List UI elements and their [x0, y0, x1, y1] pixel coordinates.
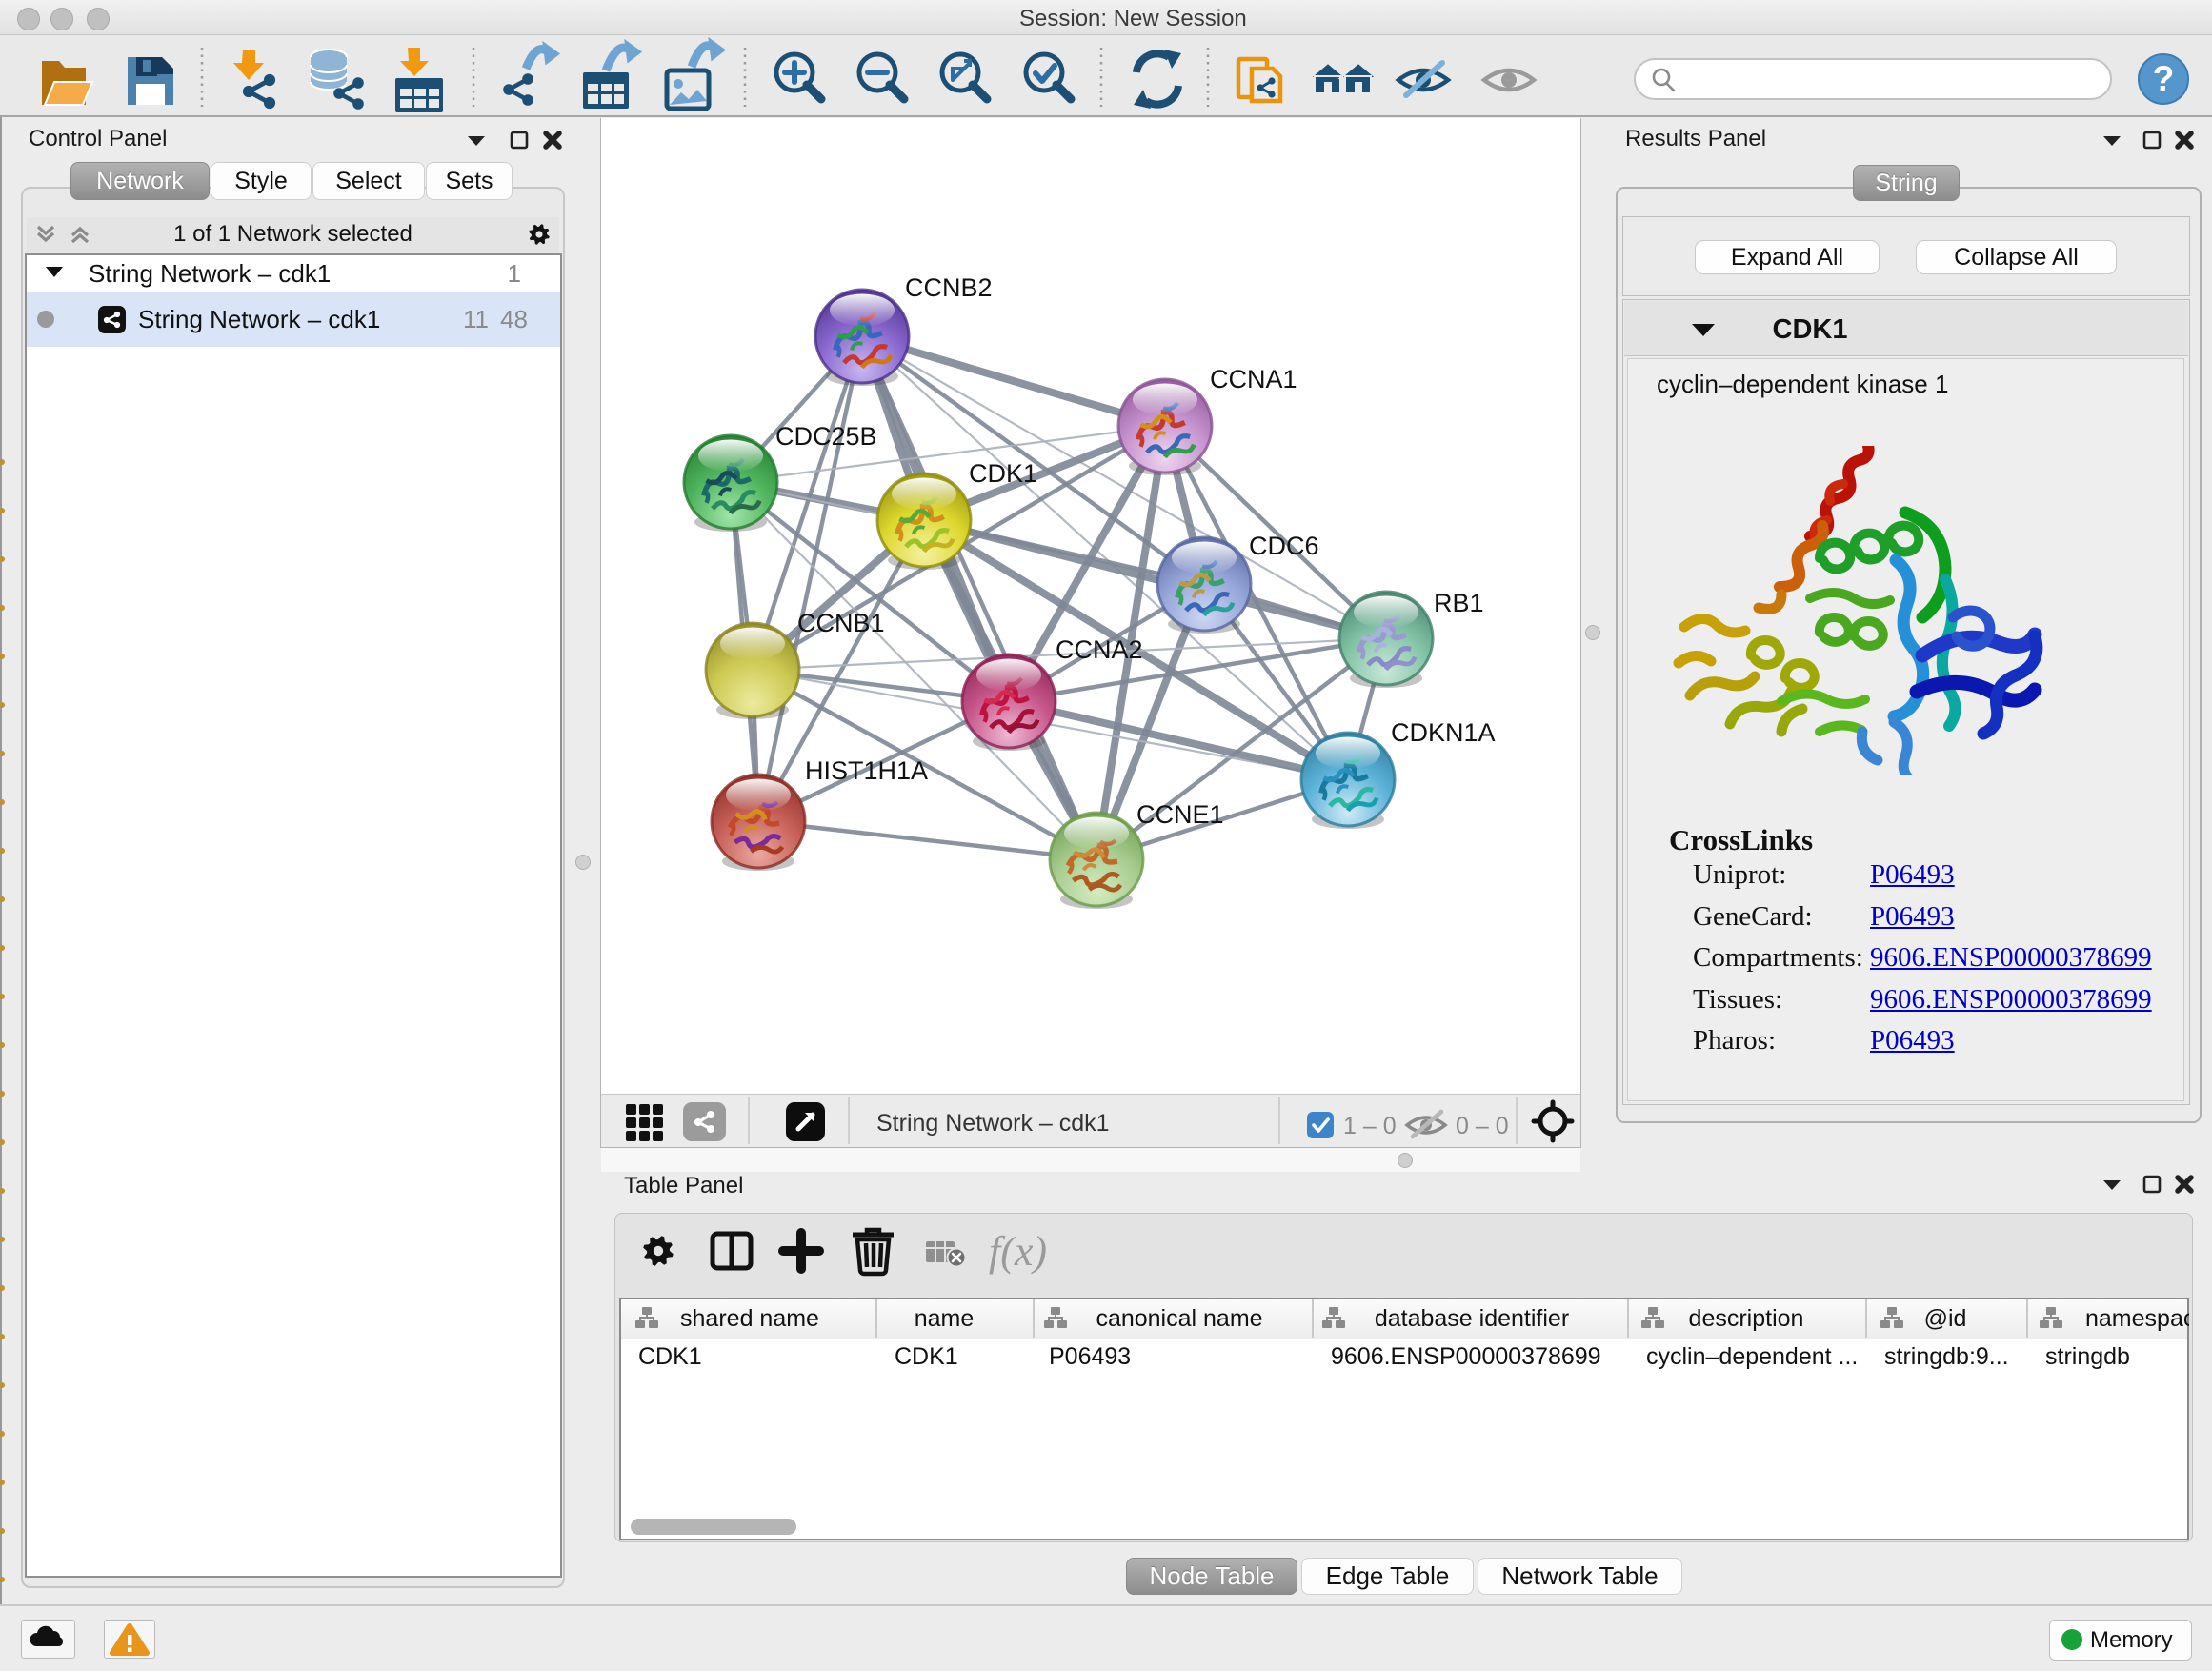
svg-text:CDKN1A: CDKN1A	[1391, 718, 1496, 747]
svg-text:shared name: shared name	[680, 1305, 819, 1332]
svg-text:HIST1H1A: HIST1H1A	[805, 756, 928, 785]
svg-text:@id: @id	[1924, 1305, 1967, 1332]
svg-text:CDC6: CDC6	[1249, 532, 1319, 560]
svg-text:database identifier: database identifier	[1375, 1305, 1569, 1332]
svg-text:CCNB1: CCNB1	[797, 609, 885, 637]
svg-text:1 – 0: 1 – 0	[1343, 1113, 1397, 1139]
svg-text:String Network – cdk1: String Network – cdk1	[89, 259, 331, 288]
svg-text:String Network – cdk1: String Network – cdk1	[876, 1110, 1110, 1137]
svg-text:CDK1: CDK1	[969, 459, 1037, 488]
svg-text:canonical name: canonical name	[1096, 1305, 1262, 1332]
svg-text:RB1: RB1	[1434, 589, 1484, 617]
svg-text:namespace: namespace	[2085, 1305, 2189, 1332]
svg-text:CCNB2: CCNB2	[905, 273, 993, 302]
svg-text:CCNE1: CCNE1	[1136, 800, 1224, 829]
svg-text:11: 11	[463, 305, 489, 333]
svg-text:name: name	[915, 1305, 975, 1332]
svg-text:String Network – cdk1: String Network – cdk1	[138, 305, 380, 333]
svg-text:?: ?	[2153, 59, 2175, 98]
svg-text:0 – 0: 0 – 0	[1456, 1113, 1509, 1139]
svg-text:f(x): f(x)	[989, 1228, 1047, 1275]
svg-text:1: 1	[508, 259, 521, 288]
svg-text:48: 48	[500, 305, 528, 333]
svg-text:CCNA2: CCNA2	[1056, 635, 1143, 664]
svg-text:description: description	[1689, 1305, 1804, 1332]
svg-text:CDC25B: CDC25B	[775, 422, 877, 451]
svg-text:CCNA1: CCNA1	[1210, 365, 1297, 393]
